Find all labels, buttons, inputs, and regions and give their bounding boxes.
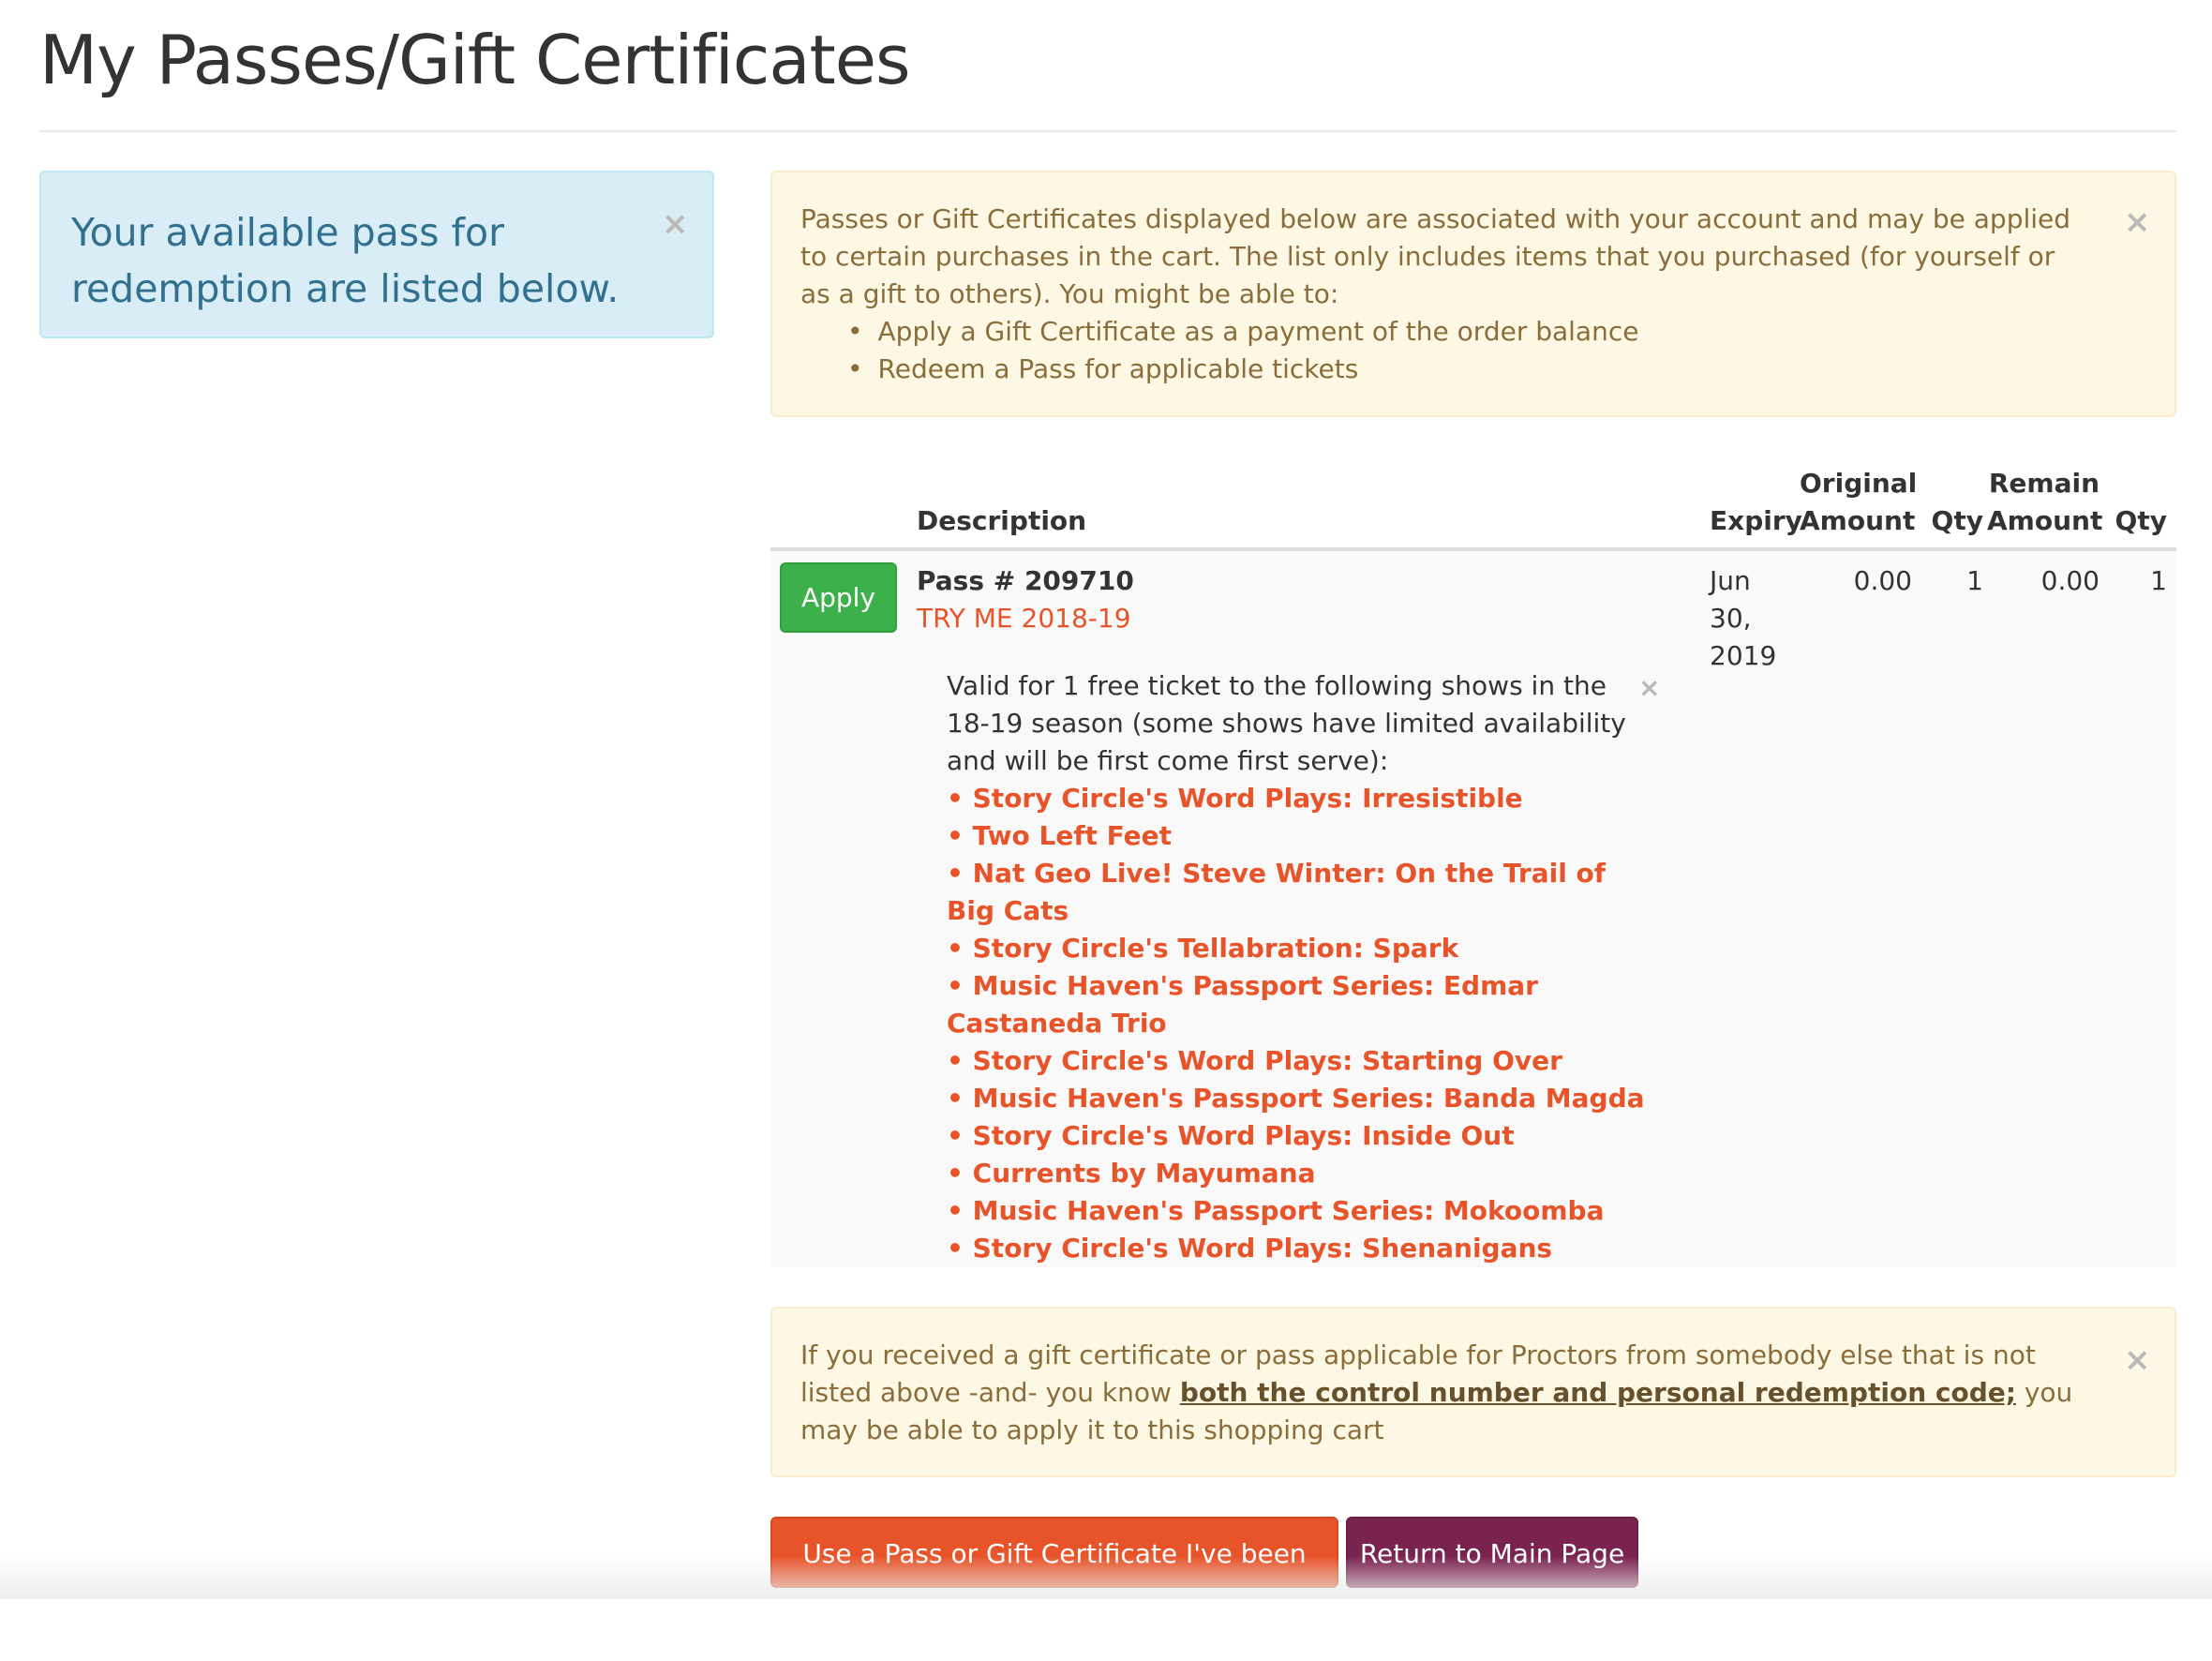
use-pass-button[interactable]: Use a Pass or Gift Certificate I've been… [770, 1517, 1338, 1640]
remain-amount: 0.00 [2040, 565, 2100, 596]
eligible-shows-list: • Story Circle's Word Plays: Irresistibl… [947, 780, 1659, 1267]
list-item: • Music Haven's Passport Series: Edmar C… [947, 970, 1538, 1039]
header-remain: Remain [1988, 468, 2100, 499]
pass-details-close-icon[interactable]: × [1638, 675, 1660, 701]
return-main-button[interactable]: Return to Main Page [1346, 1517, 1638, 1588]
list-item: • Two Left Feet [947, 820, 1173, 851]
original-amount: 0.00 [1853, 565, 1912, 596]
pass-name: TRY ME 2018-19 [917, 603, 1131, 634]
expiry-date: Jun 30, 2019 [1710, 562, 1776, 675]
top-notice-item: Apply a Gift Certificate as a payment of… [874, 313, 2081, 351]
pass-number: Pass # 209710 [917, 565, 1134, 596]
header-remain-amount: Amount [1987, 505, 2103, 536]
header-qty: Qty [1931, 505, 1983, 536]
original-qty: 1 [1966, 565, 1983, 596]
top-notice-item: Redeem a Pass for applicable tickets [874, 351, 2081, 388]
info-alert-close-icon[interactable]: × [662, 208, 689, 240]
header-original-amount: Amount [1800, 505, 1916, 536]
remain-qty: 1 [2150, 565, 2167, 596]
top-notice-text: Passes or Gift Certificates displayed be… [800, 203, 2071, 309]
expiry-month: Jun [1710, 565, 1751, 596]
pass-details-intro: Valid for 1 free ticket to the following… [947, 670, 1626, 776]
list-item: • Story Circle's Word Plays: Irresistibl… [947, 783, 1523, 814]
top-notice: Passes or Gift Certificates displayed be… [770, 171, 2176, 417]
bottom-notice: If you received a gift certificate or pa… [770, 1307, 2176, 1477]
header-original: Original [1800, 468, 1918, 499]
header-expiry: Expiry [1710, 505, 1802, 536]
list-item: • Story Circle's Tellabration: Spark [947, 933, 1459, 964]
list-item: • Nat Geo Live! Steve Winter: On the Tra… [947, 858, 1606, 926]
list-item: • Story Circle's Word Plays: Inside Out [947, 1120, 1515, 1151]
top-notice-close-icon[interactable]: × [2124, 206, 2151, 238]
list-item: • Story Circle's Word Plays: Shenanigans [947, 1233, 1553, 1264]
info-alert: Your available pass for redemption are l… [39, 171, 714, 338]
top-notice-list: Apply a Gift Certificate as a payment of… [874, 313, 2081, 388]
list-item: • Music Haven's Passport Series: Mokoomb… [947, 1195, 1605, 1226]
header-description: Description [917, 505, 1087, 536]
page-title: My Passes/Gift Certificates [39, 21, 911, 99]
list-item: • Story Circle's Word Plays: Starting Ov… [947, 1045, 1562, 1076]
info-alert-message: Your available pass for redemption are l… [71, 210, 620, 311]
expiry-day: 30, [1710, 603, 1752, 634]
expiry-year: 2019 [1710, 640, 1777, 671]
bottom-notice-close-icon[interactable]: × [2124, 1344, 2151, 1376]
apply-button[interactable]: Apply [780, 562, 897, 633]
list-item: • Music Haven's Passport Series: Banda M… [947, 1083, 1645, 1114]
header-qty-remain: Qty [2115, 505, 2167, 536]
title-divider [39, 130, 2176, 132]
redemption-code-link[interactable]: both the control number and personal red… [1180, 1377, 2016, 1408]
list-item: • Currents by Mayumana [947, 1158, 1316, 1189]
